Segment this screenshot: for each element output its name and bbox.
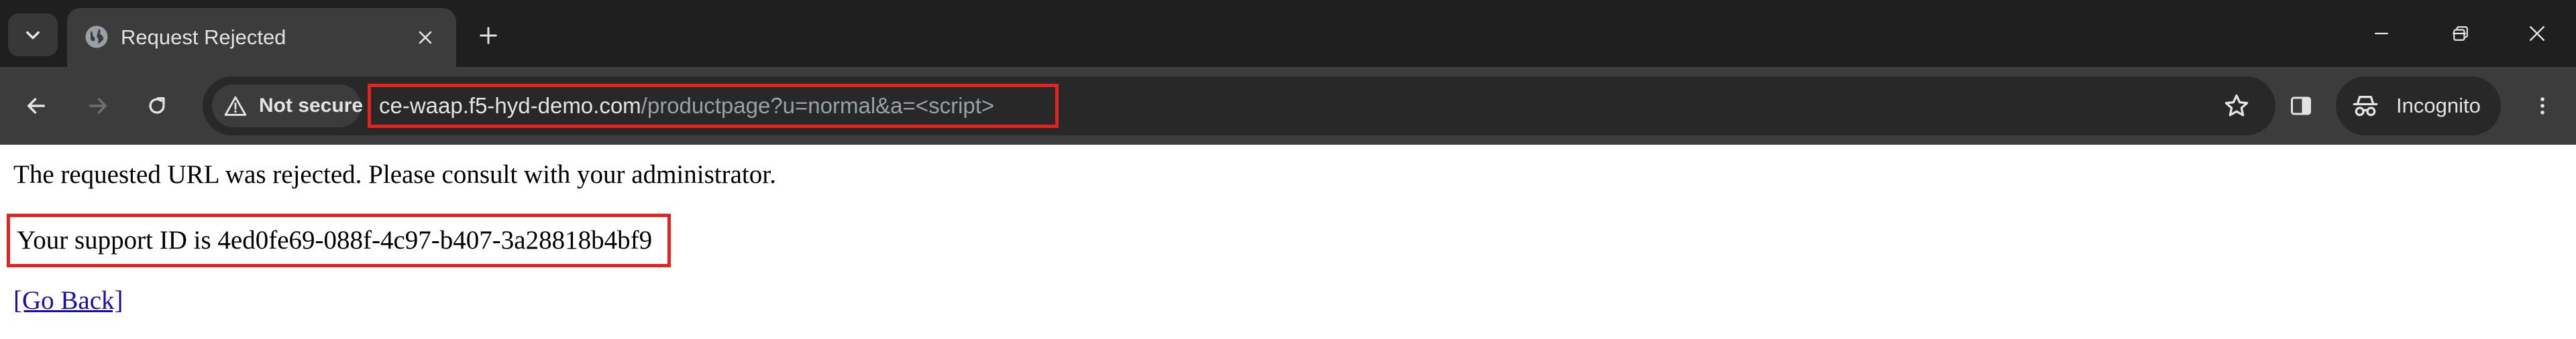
url-text[interactable]: ce-waap.f5-hyd-demo.com/productpage?u=no… <box>379 87 994 125</box>
close-icon <box>419 31 432 44</box>
warning-icon <box>224 96 247 116</box>
page-content: The requested URL was rejected. Please c… <box>0 145 2576 339</box>
chevron-down-icon <box>26 31 40 40</box>
address-bar[interactable]: Not secure ce-waap.f5-hyd-demo.com/produ… <box>203 76 2275 135</box>
reload-icon <box>149 96 165 114</box>
support-id-highlight-box: Your support ID is 4ed0fe69-088f-4c97-b4… <box>7 214 671 267</box>
back-button[interactable] <box>16 86 56 126</box>
restore-icon <box>2453 26 2468 41</box>
url-host: ce-waap.f5-hyd-demo.com <box>379 93 641 118</box>
incognito-profile-button[interactable]: Incognito <box>2336 76 2501 135</box>
tab-search-button[interactable] <box>8 13 58 56</box>
incognito-icon <box>2353 96 2378 117</box>
close-tab-button[interactable] <box>411 23 440 52</box>
side-panel-button[interactable] <box>2281 86 2321 126</box>
side-panel-icon <box>2291 96 2311 115</box>
url-highlight-box: ce-waap.f5-hyd-demo.com/productpage?u=no… <box>368 84 1059 128</box>
restore-window-button[interactable] <box>2427 0 2494 67</box>
close-window-button[interactable] <box>2504 0 2571 67</box>
arrow-left-icon <box>27 98 46 114</box>
tab-title: Request Rejected <box>121 25 286 49</box>
rejection-message: The requested URL was rejected. Please c… <box>13 160 776 189</box>
minimize-window-button[interactable] <box>2348 0 2415 67</box>
support-id-text: Your support ID is 4ed0fe69-088f-4c97-b4… <box>17 226 653 255</box>
security-chip[interactable]: Not secure <box>212 84 364 127</box>
close-icon <box>2529 25 2545 42</box>
url-path: /productpage?u=normal&a=<script> <box>641 93 995 118</box>
browser-toolbar: Not secure ce-waap.f5-hyd-demo.com/produ… <box>0 67 2576 145</box>
browser-menu-button[interactable] <box>2522 86 2563 126</box>
go-back-link[interactable]: [Go Back] <box>13 285 123 316</box>
new-tab-button[interactable] <box>470 17 507 54</box>
globe-icon <box>85 25 108 48</box>
more-vertical-icon <box>2540 97 2544 115</box>
active-tab[interactable]: Request Rejected <box>67 8 456 67</box>
arrow-right-icon <box>89 98 107 114</box>
incognito-label: Incognito <box>2396 94 2481 117</box>
minimize-icon <box>2375 32 2388 35</box>
not-secure-label: Not secure <box>259 94 364 117</box>
plus-icon <box>480 27 497 44</box>
tab-strip: Request Rejected <box>0 0 2576 67</box>
reload-button[interactable] <box>137 86 177 126</box>
bookmark-star-button[interactable] <box>2219 88 2254 123</box>
star-icon <box>2224 94 2249 117</box>
forward-button[interactable] <box>78 86 118 126</box>
